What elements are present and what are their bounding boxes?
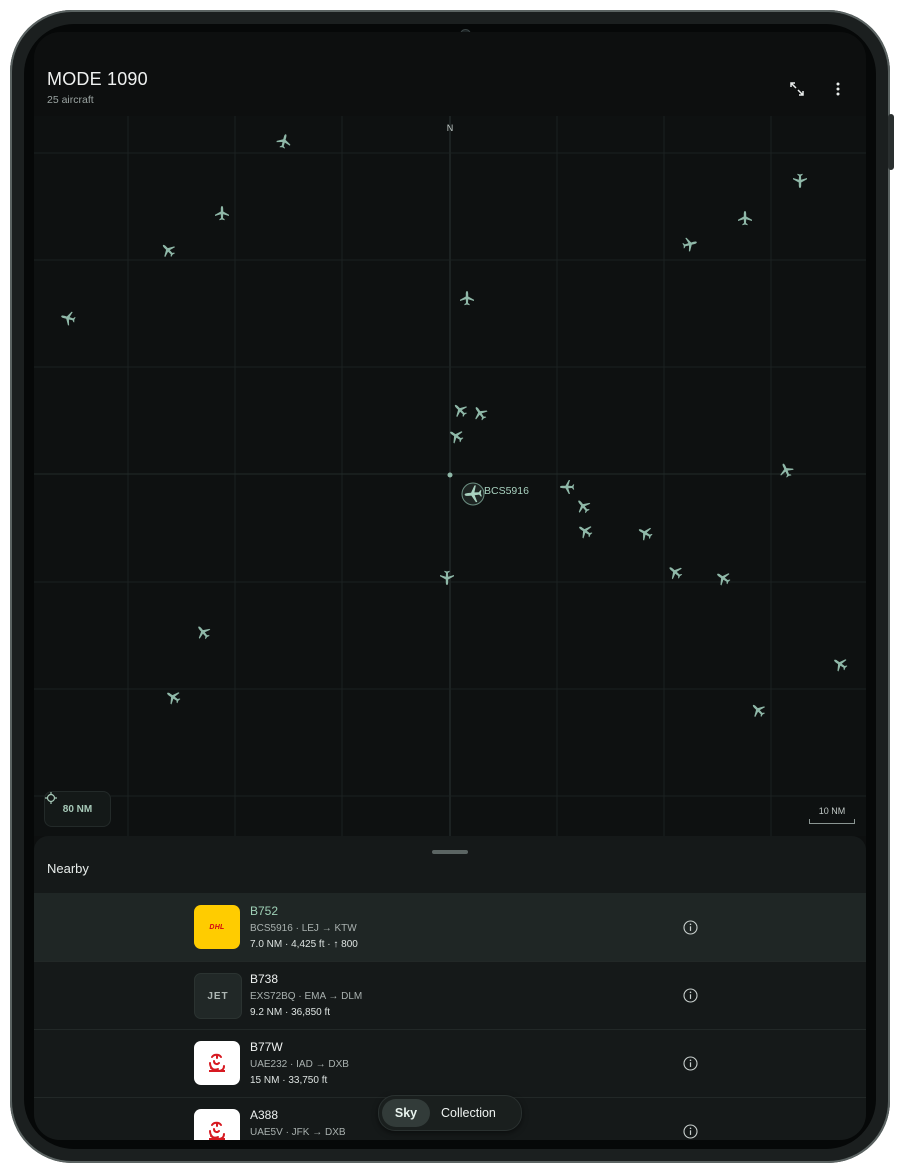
airline-logo: DHL [194, 905, 240, 949]
emirates-logo-icon [209, 1053, 225, 1073]
crosshair-icon [45, 792, 57, 804]
sheet-title: Nearby [47, 861, 89, 876]
bottom-nav: Sky Collection [378, 1095, 522, 1131]
aircraft-count: 25 aircraft [47, 94, 94, 106]
aircraft-type: B77W [250, 1040, 283, 1054]
app-title: MODE 1090 [47, 69, 148, 89]
airline-logo [194, 1041, 240, 1085]
aircraft-marker[interactable] [193, 622, 213, 642]
flight-route: UAE5V · JFK → DXB [250, 1127, 346, 1138]
more-options-icon[interactable] [825, 76, 851, 102]
range-label: 80 NM [62, 803, 93, 815]
home-location-dot [447, 472, 453, 478]
aircraft-marker[interactable] [158, 240, 178, 260]
aircraft-marker[interactable] [573, 496, 593, 516]
scale-bar: 10 NM [809, 806, 855, 824]
info-icon[interactable] [683, 1124, 698, 1140]
flight-stats: 15 NM · 33,750 ft [250, 1075, 328, 1086]
north-indicator: N [446, 123, 454, 133]
aircraft-marker[interactable] [713, 568, 733, 588]
range-chip[interactable]: 80 NM [44, 791, 111, 827]
aircraft-type: A388 [250, 1108, 279, 1122]
aircraft-row[interactable]: B77W UAE232 · IAD → DXB 15 NM · 33,750 ft [34, 1029, 866, 1098]
tab-collection[interactable]: Collection [441, 1099, 496, 1127]
flight-route: EXS72BQ · EMA → DLM [250, 991, 363, 1002]
aircraft-type: B752 [250, 904, 279, 918]
tab-sky[interactable]: Sky [382, 1099, 430, 1127]
app-bar: MODE 1090 25 aircraft [34, 32, 866, 116]
aircraft-layer[interactable]: BCS5916 [59, 132, 849, 720]
aircraft-marker[interactable] [575, 521, 595, 541]
aircraft-marker[interactable] [635, 523, 654, 542]
aircraft-marker[interactable] [665, 562, 685, 582]
aircraft-marker[interactable] [777, 461, 796, 480]
radar-map[interactable]: BCS5916 N 80 NM 10 NM [34, 116, 866, 836]
flight-stats: 9.2 NM · 36,850 ft [250, 1007, 331, 1018]
info-icon[interactable] [683, 1056, 698, 1076]
dhl-logo-text: DHL [209, 923, 225, 931]
map-canvas[interactable]: BCS5916 [34, 116, 866, 836]
aircraft-marker[interactable] [830, 654, 850, 674]
aircraft-marker[interactable] [59, 309, 76, 326]
flight-route: BCS5916 · LEJ → KTW [250, 923, 357, 934]
aircraft-marker[interactable] [738, 211, 752, 226]
info-icon[interactable] [683, 988, 698, 1008]
airline-logo [194, 1109, 240, 1140]
aircraft-marker[interactable] [560, 480, 575, 494]
expand-icon[interactable] [784, 76, 810, 102]
flight-route: UAE232 · IAD → DXB [250, 1059, 349, 1070]
selected-callsign-label: BCS5916 [484, 485, 529, 497]
drag-handle[interactable] [432, 850, 468, 854]
aircraft-marker[interactable] [215, 206, 229, 221]
aircraft-marker[interactable] [446, 426, 466, 446]
aircraft-marker[interactable] [275, 132, 292, 149]
scale-line [809, 819, 855, 824]
info-icon[interactable] [683, 920, 698, 940]
airline-logo: JET [194, 973, 242, 1019]
aircraft-row[interactable]: DHL B752 BCS5916 · LEJ → KTW 7.0 NM · 4,425… [34, 893, 866, 962]
aircraft-marker[interactable] [440, 570, 454, 585]
aircraft-marker[interactable] [681, 235, 698, 252]
power-button [888, 114, 894, 170]
app-screen: MODE 1090 25 aircraft BCS5916 N 80 NM 10… [34, 32, 866, 1140]
scale-label: 10 NM [818, 806, 846, 816]
map-grid [34, 116, 866, 836]
aircraft-marker[interactable] [163, 687, 183, 707]
aircraft-marker[interactable] [793, 173, 807, 188]
aircraft-type: B738 [250, 972, 279, 986]
aircraft-marker[interactable] [450, 400, 470, 420]
emirates-logo-icon [209, 1121, 225, 1140]
flight-stats: 7.0 NM · 4,425 ft · ↑ 800 [250, 939, 358, 950]
jet-logo-text: JET [207, 990, 229, 1002]
aircraft-marker[interactable] [460, 291, 474, 306]
aircraft-marker[interactable] [470, 403, 490, 423]
aircraft-row[interactable]: JET B738 EXS72BQ · EMA → DLM 9.2 NM · 36,85… [34, 961, 866, 1030]
aircraft-marker[interactable] [748, 700, 768, 720]
